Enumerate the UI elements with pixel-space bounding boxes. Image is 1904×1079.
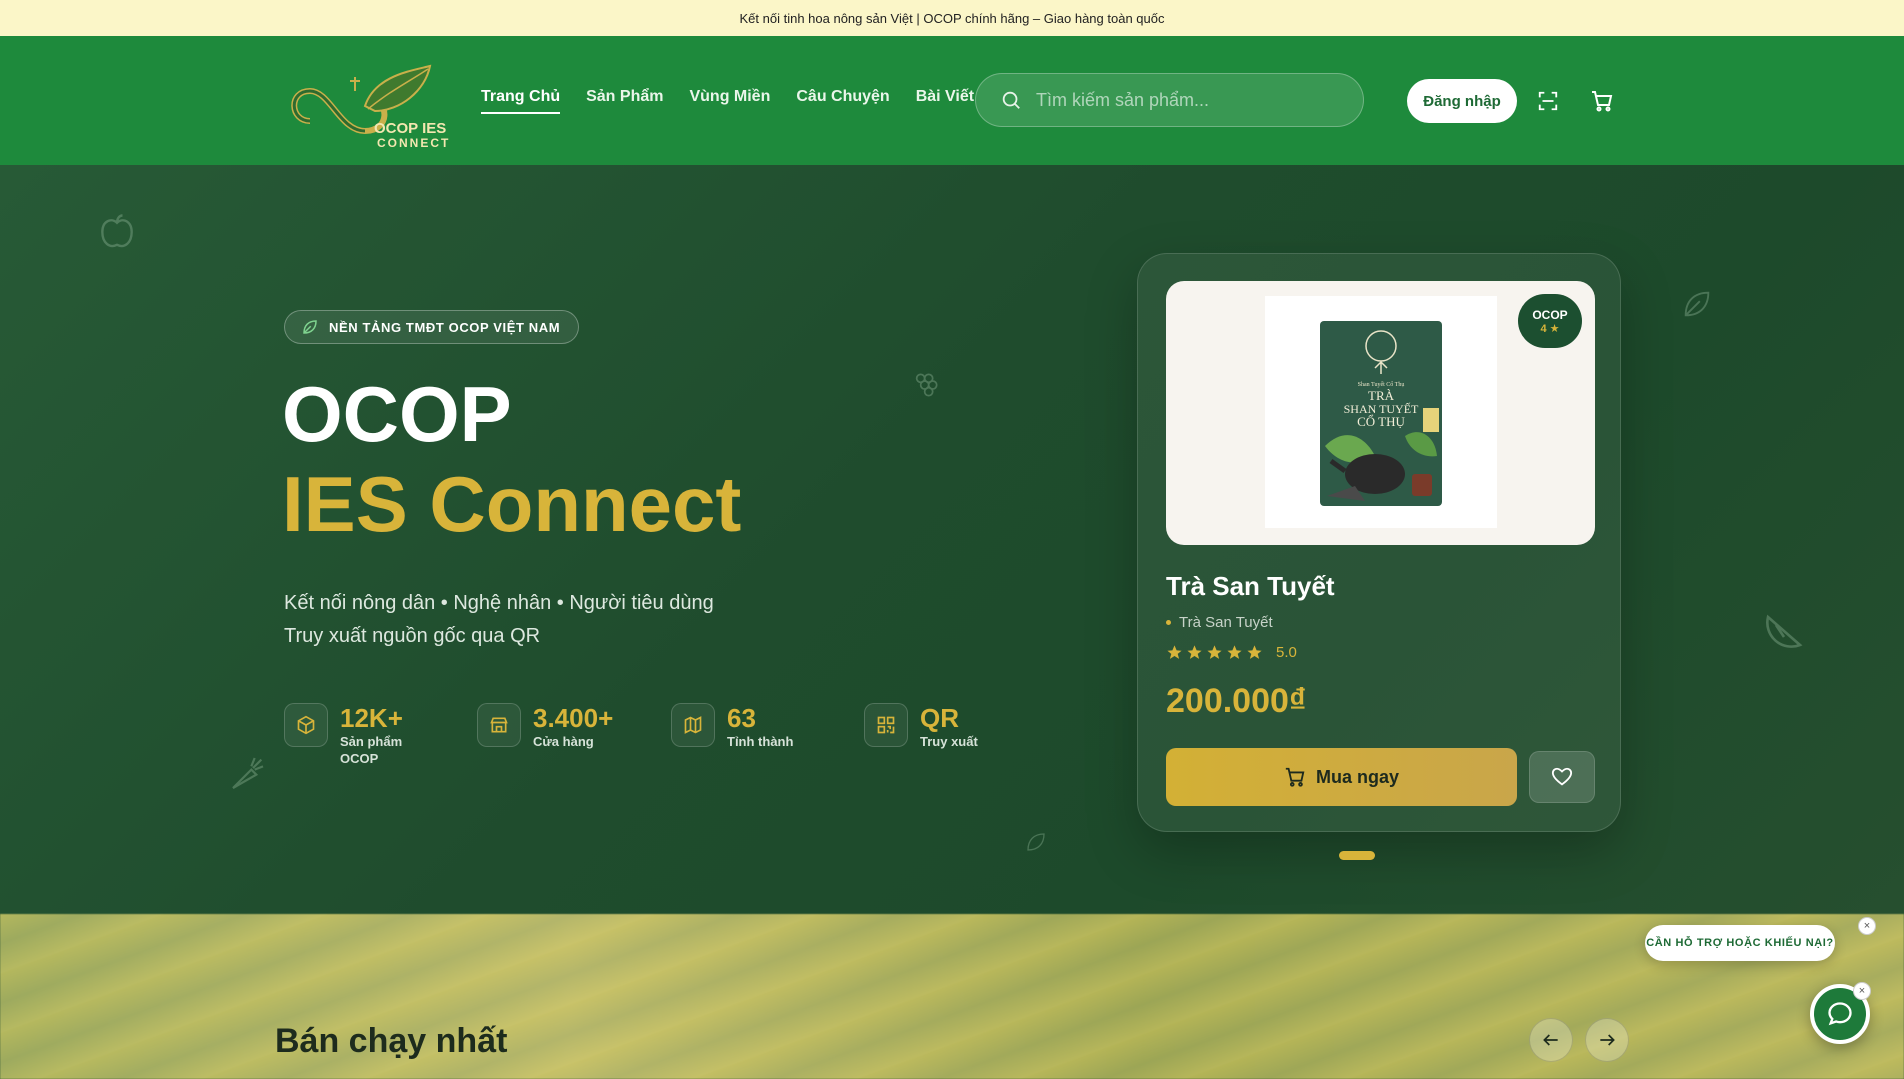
arrow-left-icon <box>1543 1034 1558 1046</box>
hero-subtitle-line2: Truy xuất nguồn gốc qua QR <box>284 625 541 647</box>
grape-icon <box>915 373 938 397</box>
product-image[interactable]: Shan Tuyết Cổ Thụ TRÀ SHAN TUYẾT CỔ THỤ … <box>1166 281 1595 545</box>
nav-link-articles[interactable]: Bài Viết <box>916 88 974 112</box>
stat-value: 3.400+ <box>533 703 614 733</box>
platform-badge-text: NỀN TẢNG TMĐT OCOP VIỆT NAM <box>329 319 561 335</box>
brand-logo[interactable]: OCOP IES CONNECT <box>280 61 455 151</box>
leaf-deco-icon <box>1684 291 1710 317</box>
nav-link-products[interactable]: Sản Phẩm <box>586 88 663 112</box>
support-prompt-text: CẦN HỖ TRỢ HOẶC KHIẾU NẠI? <box>1646 937 1834 949</box>
search-box <box>975 73 1364 127</box>
support-close-button[interactable]: × <box>1858 917 1876 935</box>
apple-icon <box>101 214 133 248</box>
search-icon <box>1002 91 1020 109</box>
support-prompt[interactable]: CẦN HỖ TRỢ HOẶC KHIẾU NẠI? <box>1645 925 1835 961</box>
stat-label: Cửa hàng <box>533 734 594 749</box>
cart-icon <box>1285 767 1305 787</box>
stat-value: 63 <box>727 703 756 733</box>
package-brand: Shan Tuyết Cổ Thụ <box>1358 381 1405 388</box>
prev-button[interactable] <box>1529 1018 1573 1062</box>
star-icon <box>1167 645 1182 659</box>
store-icon <box>477 703 521 747</box>
nav-link-stories[interactable]: Câu Chuyện <box>796 88 889 112</box>
star-icon <box>1247 645 1262 659</box>
category-dot <box>1166 620 1171 625</box>
scan-icon[interactable] <box>1530 83 1566 119</box>
star-icon <box>1187 645 1202 659</box>
stat-label: Tỉnh thành <box>727 734 794 749</box>
product-category: Trà San Tuyết <box>1166 614 1273 631</box>
product-price: 200.000₫ <box>1166 682 1307 720</box>
leaf-icon <box>303 320 317 334</box>
stat-value: 12K+ <box>340 703 403 733</box>
next-button[interactable] <box>1585 1018 1629 1062</box>
hero-title-line2: IES Connect <box>282 460 742 548</box>
announcement-bar: Kết nối tinh hoa nông sản Việt | OCOP ch… <box>0 0 1904 36</box>
main-nav: Trang Chủ Sản Phẩm Vùng Miền Câu Chuyện … <box>481 88 974 114</box>
star-icon <box>1227 645 1242 659</box>
map-icon <box>671 703 715 747</box>
cart-icon[interactable] <box>1584 83 1620 119</box>
navbar: OCOP IES CONNECT Trang Chủ Sản Phẩm Vùng… <box>0 36 1904 165</box>
platform-badge: NỀN TẢNG TMĐT OCOP VIỆT NAM <box>284 310 580 344</box>
stat-stores: 3.400+ Cửa hàng <box>477 703 613 750</box>
stat-value: QR <box>920 703 959 733</box>
buy-now-button[interactable]: Mua ngay <box>1166 748 1517 806</box>
product-category-text: Trà San Tuyết <box>1179 614 1273 631</box>
box-icon <box>284 703 328 747</box>
hero-title-line1: OCOP <box>282 370 512 458</box>
buy-now-label: Mua ngay <box>1315 766 1399 787</box>
product-rating: 5.0 <box>1166 644 1297 661</box>
chat-icon <box>1828 1002 1852 1026</box>
stat-label: Sản phẩm OCOP <box>340 734 403 766</box>
carrot-icon <box>232 757 264 789</box>
small-leaf-icon <box>1027 833 1045 851</box>
nav-link-regions[interactable]: Vùng Miền <box>689 88 770 112</box>
hero-subtitle: Kết nối nông dân • Nghệ nhân • Người tiê… <box>284 587 714 653</box>
stat-products: 12K+ Sản phẩm OCOP <box>284 703 410 767</box>
arrow-right-icon <box>1600 1034 1615 1046</box>
login-button[interactable]: Đăng nhập <box>1407 79 1517 123</box>
product-package: Shan Tuyết Cổ Thụ TRÀ SHAN TUYẾT CỔ THỤ <box>1265 296 1497 528</box>
heart-icon <box>1551 767 1573 786</box>
ocop-badge-title: OCOP <box>1532 307 1568 322</box>
qr-icon <box>864 703 908 747</box>
rating-value: 5.0 <box>1276 644 1297 661</box>
logo-text-1: OCOP IES <box>374 120 446 137</box>
ocop-rating-badge: OCOP 4 ★ <box>1518 294 1582 348</box>
hero-subtitle-line1: Kết nối nông dân • Nghệ nhân • Người tiê… <box>284 592 714 614</box>
stat-label: Truy xuất <box>920 734 978 749</box>
featured-product-card[interactable]: Shan Tuyết Cổ Thụ TRÀ SHAN TUYẾT CỔ THỤ … <box>1137 253 1621 832</box>
product-name[interactable]: Trà San Tuyết <box>1166 571 1335 602</box>
chat-close-button[interactable]: × <box>1853 982 1871 1000</box>
citrus-icon <box>1766 614 1803 648</box>
logo-text-2: CONNECT <box>377 136 450 150</box>
stat-provinces: 63 Tỉnh thành <box>671 703 797 750</box>
bestseller-title: Bán chạy nhất <box>275 1022 508 1060</box>
search-input[interactable] <box>1036 89 1356 111</box>
hero-section: NỀN TẢNG TMĐT OCOP VIỆT NAM OCOP IES Con… <box>0 165 1904 914</box>
ocop-badge-stars: 4 ★ <box>1540 322 1560 335</box>
announcement-text: Kết nối tinh hoa nông sản Việt | OCOP ch… <box>739 10 1165 26</box>
nav-link-home[interactable]: Trang Chủ <box>481 88 561 114</box>
carousel-indicator[interactable] <box>1339 851 1375 860</box>
star-icon <box>1207 645 1222 659</box>
package-title-3: CỔ THỤ <box>1357 414 1405 429</box>
package-title-1: TRÀ <box>1368 388 1395 403</box>
stat-qr: QR Truy xuất <box>864 703 990 750</box>
favorite-button[interactable] <box>1529 751 1595 803</box>
